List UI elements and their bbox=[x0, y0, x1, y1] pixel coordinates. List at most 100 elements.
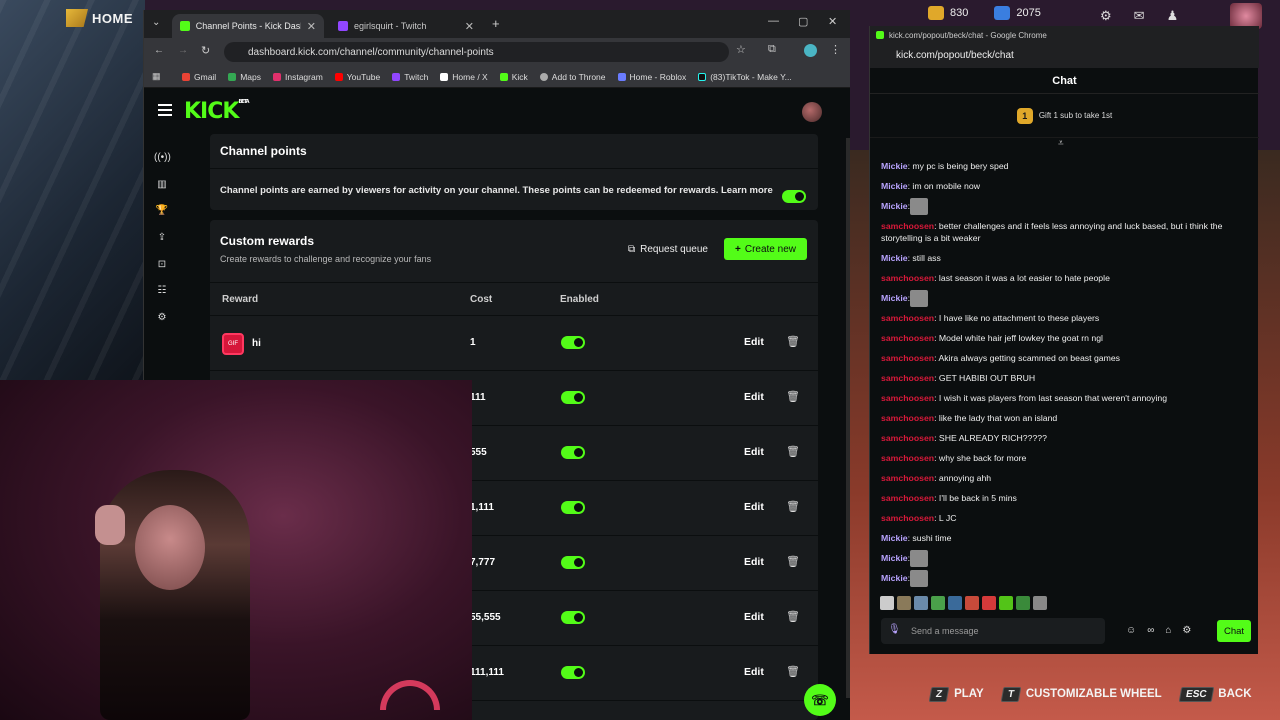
emote-icon[interactable] bbox=[1033, 596, 1047, 610]
emote-icon[interactable] bbox=[880, 596, 894, 610]
settings-icon[interactable]: ⚙ bbox=[1100, 8, 1112, 24]
reload-icon[interactable]: ↻ bbox=[201, 44, 210, 57]
address-bar[interactable]: dashboard.kick.com/channel/community/cha… bbox=[224, 42, 729, 62]
chat-username[interactable]: samchoosen bbox=[881, 373, 934, 383]
reward-toggle[interactable] bbox=[561, 611, 585, 624]
bookmark-instagram[interactable]: Instagram bbox=[273, 72, 323, 82]
chat-username[interactable]: samchoosen bbox=[881, 453, 934, 463]
mail-icon[interactable]: ✉ bbox=[1134, 8, 1145, 24]
close-tab-icon[interactable]: ✕ bbox=[307, 20, 316, 33]
trash-icon[interactable]: 🗑 bbox=[786, 500, 800, 513]
chat-username[interactable]: Mickie bbox=[881, 161, 908, 171]
chat-username[interactable]: Mickie bbox=[881, 553, 908, 563]
chat-username[interactable]: samchoosen bbox=[881, 413, 934, 423]
emote-icon[interactable] bbox=[999, 596, 1013, 610]
analytics-icon[interactable]: ▥ bbox=[154, 177, 170, 193]
chat-username[interactable]: samchoosen bbox=[881, 353, 934, 363]
emote-icon[interactable] bbox=[982, 596, 996, 610]
request-queue-button[interactable]: ⧉ Request queue bbox=[628, 238, 708, 260]
back-icon[interactable]: ← bbox=[154, 45, 164, 56]
menu-icon[interactable]: ⋮ bbox=[830, 43, 841, 56]
edit-button[interactable]: Edit bbox=[744, 666, 764, 678]
scrollbar[interactable] bbox=[846, 138, 850, 698]
infinity-icon[interactable]: ∞ bbox=[1147, 625, 1154, 636]
trash-icon[interactable]: 🗑 bbox=[786, 335, 800, 348]
bookmark-tiktok[interactable]: (83)TikTok - Make Y... bbox=[698, 72, 792, 82]
bookmark-gmail[interactable]: Gmail bbox=[182, 72, 216, 82]
close-window-icon[interactable]: ✕ bbox=[828, 15, 837, 28]
mic-icon[interactable]: 🎙 bbox=[888, 624, 901, 635]
bookmark-throne[interactable]: Add to Throne bbox=[539, 72, 606, 82]
gift-icon[interactable]: ⌂ bbox=[1165, 625, 1171, 636]
minimize-icon[interactable]: — bbox=[768, 15, 779, 27]
forward-icon[interactable]: → bbox=[178, 45, 188, 56]
edit-button[interactable]: Edit bbox=[744, 556, 764, 568]
chat-username[interactable]: samchoosen bbox=[881, 333, 934, 343]
game-home-button[interactable]: HOME bbox=[66, 9, 133, 27]
profile-icon[interactable] bbox=[804, 44, 817, 57]
chat-input[interactable]: Send a message bbox=[881, 618, 1105, 644]
chat-username[interactable]: samchoosen bbox=[881, 493, 934, 503]
chat-username[interactable]: samchoosen bbox=[881, 393, 934, 403]
bookmark-star-icon[interactable]: ☆ bbox=[736, 43, 746, 56]
control-back[interactable]: ESC BACK bbox=[1178, 687, 1252, 702]
reward-toggle[interactable] bbox=[561, 446, 585, 459]
stream-icon[interactable]: ((•)) bbox=[154, 150, 171, 166]
menu-hamburger-icon[interactable] bbox=[158, 104, 172, 116]
bookmark-x[interactable]: Home / X bbox=[440, 72, 488, 82]
control-play[interactable]: Z PLAY bbox=[928, 687, 984, 702]
emote-icon[interactable] bbox=[914, 596, 928, 610]
edit-button[interactable]: Edit bbox=[744, 391, 764, 403]
trophy-icon[interactable]: 🏆 bbox=[154, 203, 170, 219]
trash-icon[interactable]: 🗑 bbox=[786, 445, 800, 458]
gift-sub-banner[interactable]: 1 Gift 1 sub to take 1st bbox=[870, 94, 1259, 138]
chat-settings-icon[interactable]: ⚙ bbox=[1182, 625, 1191, 636]
chat-username[interactable]: Mickie bbox=[881, 573, 908, 583]
edit-button[interactable]: Edit bbox=[744, 501, 764, 513]
reward-toggle[interactable] bbox=[561, 501, 585, 514]
bookmark-youtube[interactable]: YouTube bbox=[334, 72, 380, 82]
emote-icon[interactable] bbox=[965, 596, 979, 610]
settings-icon[interactable]: ⚙ bbox=[154, 310, 170, 326]
tab-twitch[interactable]: egirlsquirt - Twitch ✕ bbox=[330, 14, 482, 38]
chat-username[interactable]: samchoosen bbox=[881, 473, 934, 483]
control-wheel[interactable]: T CUSTOMIZABLE WHEEL bbox=[1000, 687, 1162, 702]
channel-points-toggle[interactable] bbox=[782, 190, 806, 203]
emote-icon[interactable] bbox=[1016, 596, 1030, 610]
bookmark-roblox[interactable]: Home - Roblox bbox=[617, 72, 686, 82]
chat-send-button[interactable]: Chat bbox=[1217, 620, 1251, 642]
bookmark-maps[interactable]: Maps bbox=[228, 72, 261, 82]
reward-toggle[interactable] bbox=[561, 556, 585, 569]
chat-username[interactable]: samchoosen bbox=[881, 433, 934, 443]
chat-username[interactable]: samchoosen bbox=[881, 221, 934, 231]
emote-icon[interactable] bbox=[931, 596, 945, 610]
upload-icon[interactable]: ⇪ bbox=[154, 230, 170, 246]
trash-icon[interactable]: 🗑 bbox=[786, 665, 800, 678]
support-chat-icon[interactable]: ☏ bbox=[804, 684, 836, 716]
chat-username[interactable]: Mickie bbox=[881, 181, 908, 191]
bookmark-twitch[interactable]: Twitch bbox=[392, 72, 428, 82]
chat-username[interactable]: Mickie bbox=[881, 533, 908, 543]
friends-icon[interactable]: ♟ bbox=[1167, 8, 1179, 24]
close-tab-icon[interactable]: ✕ bbox=[465, 20, 474, 33]
emote-icon[interactable] bbox=[948, 596, 962, 610]
community-icon[interactable]: ☷ bbox=[154, 283, 170, 299]
new-tab-icon[interactable]: + bbox=[492, 16, 500, 31]
create-new-button[interactable]: + Create new bbox=[724, 238, 807, 260]
reward-toggle[interactable] bbox=[561, 391, 585, 404]
chat-username[interactable]: samchoosen bbox=[881, 273, 934, 283]
emote-picker-icon[interactable]: ☺ bbox=[1126, 625, 1136, 636]
trash-icon[interactable]: 🗑 bbox=[786, 610, 800, 623]
edit-button[interactable]: Edit bbox=[744, 446, 764, 458]
chat-username[interactable]: Mickie bbox=[881, 293, 908, 303]
trash-icon[interactable]: 🗑 bbox=[786, 390, 800, 403]
user-avatar[interactable] bbox=[802, 102, 822, 122]
edit-button[interactable]: Edit bbox=[744, 336, 764, 348]
extensions-icon[interactable]: ⧉ bbox=[768, 43, 776, 56]
chat-username[interactable]: samchoosen bbox=[881, 513, 934, 523]
emote-icon[interactable] bbox=[897, 596, 911, 610]
chat-username[interactable]: Mickie bbox=[881, 253, 908, 263]
maximize-icon[interactable]: ▢ bbox=[798, 15, 808, 28]
bookmark-kick[interactable]: Kick bbox=[499, 72, 528, 82]
tab-search-icon[interactable]: ⌄ bbox=[152, 17, 160, 28]
